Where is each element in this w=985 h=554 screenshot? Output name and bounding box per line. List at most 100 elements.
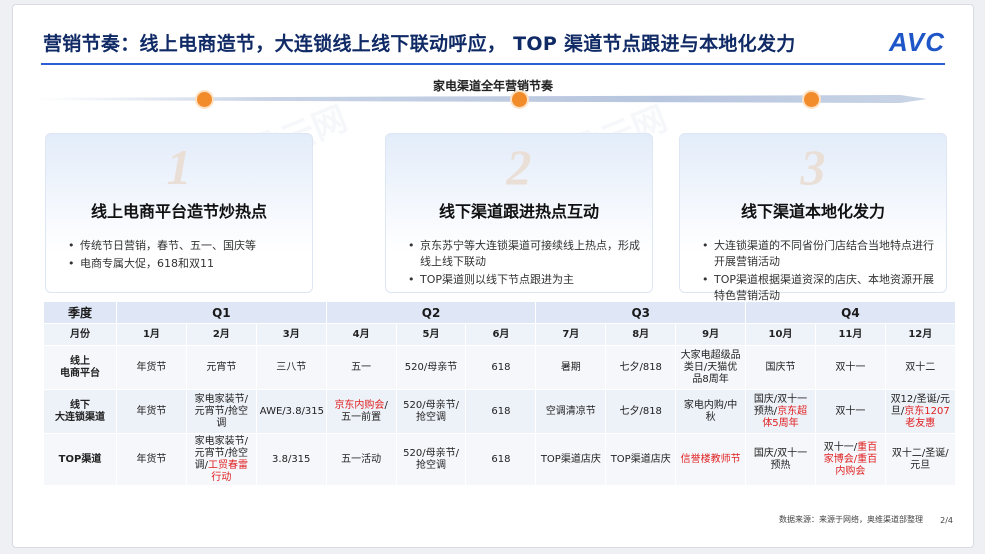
timeline-title: 家电渠道全年营销节奏 (432, 79, 553, 93)
bullet: 传统节日营销，春节、五一、国庆等 (68, 238, 302, 254)
timeline-dot (804, 92, 819, 107)
month-header: 2月 (185, 323, 257, 346)
table-cell: 618 (465, 345, 537, 390)
month-header: 4月 (325, 323, 397, 346)
table-cell: 五一活动 (325, 433, 397, 486)
highlighted-event: 京东1207老友惠 (904, 405, 950, 429)
event-text: AWE/3.8/315 (259, 405, 325, 417)
event-text: TOP渠道店庆 (540, 453, 601, 465)
event-text: 国庆/双十一预热 (753, 447, 808, 471)
table-cell: 元宵节 (185, 345, 257, 390)
table-cell: 520/母亲节/抢空调 (395, 433, 467, 486)
table-cell: 618 (465, 389, 537, 434)
event-text: 双十二 (905, 361, 936, 373)
highlighted-event: 工贸春雷行动 (208, 459, 249, 483)
table-cell: 三八节 (255, 345, 327, 390)
card-number: 2 (506, 139, 532, 195)
table-cell: 双十二/圣诞/元旦 (884, 433, 956, 486)
event-text: 家电内购/中秋 (683, 399, 738, 423)
table-cell: 双十一 (814, 389, 886, 434)
event-text: 家电家装节/元宵节/抢空调 (194, 393, 249, 429)
marketing-schedule-table: 季度 Q1 Q2 Q3 Q4 月份 1月 2月 3月 4月 5月 6月 7月 8月 9月 10月 1… (43, 301, 956, 486)
card-offline-interaction: 2 线下渠道跟进热点互动 京东苏宁等大连锁渠道可接续线上热点，形成线上线下联动 … (385, 133, 653, 293)
month-header: 5月 (395, 323, 467, 346)
month-header: 10月 (745, 323, 816, 346)
quarter-label: 季度 (43, 301, 117, 324)
table-cell: 大家电超级品类日/天猫优品8周年 (675, 345, 747, 390)
event-text: 元宵节 (206, 361, 237, 373)
event-text: 520/母亲节 (404, 361, 458, 373)
table-cell: 七夕/818 (605, 389, 677, 434)
table-cell: TOP渠道店庆 (535, 433, 607, 486)
event-text: 3.8/315 (272, 453, 311, 465)
event-text: 520/母亲节/抢空调 (403, 399, 459, 423)
table-cell: 年货节 (116, 433, 187, 486)
table-cell: 国庆/双十一预热/京东超体5周年 (745, 389, 816, 434)
page-number: 2/4 (940, 516, 953, 525)
event-text: 双十二/圣诞/元旦 (891, 447, 949, 471)
table-cell: 空调清凉节 (535, 389, 607, 434)
bullet: 京东苏宁等大连锁渠道可接续线上热点，形成线上线下联动 (408, 238, 642, 270)
bullet: TOP渠道则以线下节点跟进为主 (408, 272, 642, 288)
event-text: TOP渠道店庆 (610, 453, 671, 465)
event-text: 618 (491, 405, 511, 417)
table-cell: 3.8/315 (255, 433, 327, 486)
table-cell: TOP渠道店庆 (605, 433, 677, 486)
event-text: 七夕/818 (619, 405, 662, 417)
table-row: 线下 大连锁渠道 年货节 家电家装节/元宵节/抢空调 AWE/3.8/315 京东内购会… (43, 389, 956, 434)
table-cell: 五一 (325, 345, 397, 390)
row-label: 线上 电商平台 (43, 345, 117, 390)
schedule-body: 线上 电商平台 年货节 元宵节 三八节 五一 520/母亲节 618 暑期 七夕/818 大家电超… (43, 345, 956, 486)
event-text: 双十一 (835, 405, 866, 417)
month-row: 月份 1月 2月 3月 4月 5月 6月 7月 8月 9月 10月 11月 12月 (43, 323, 956, 346)
event-text: 五一 (351, 361, 372, 373)
month-header: 8月 (605, 323, 677, 346)
highlighted-event: 京东内购会 (334, 399, 385, 411)
month-header: 12月 (884, 323, 956, 346)
event-text: 618 (491, 361, 511, 373)
avc-logo: AVC (889, 27, 945, 57)
card-heading: 线上电商平台造节炒热点 (90, 202, 267, 221)
source-note: 数据来源：来源于网络，奥维渠道部整理 (779, 515, 923, 524)
table-cell: 家电内购/中秋 (675, 389, 747, 434)
row-label: 线下 大连锁渠道 (43, 389, 117, 434)
event-text: 双十一 (835, 361, 866, 373)
table-cell: 双12/圣诞/元旦/京东1207老友惠 (884, 389, 956, 434)
card-number: 1 (166, 139, 192, 195)
highlighted-event: 信誉楼教师节 (680, 453, 741, 465)
month-header: 9月 (675, 323, 747, 346)
event-text: 三八节 (276, 361, 307, 373)
month-header: 11月 (814, 323, 886, 346)
quarter-header: Q2 (325, 301, 537, 324)
quarter-header: Q1 (116, 301, 327, 324)
month-header: 7月 (535, 323, 607, 346)
event-text: 520/母亲节/抢空调 (403, 447, 459, 471)
card-bullets: 大连锁渠道的不同省份门店结合当地特点进行开展营销活动 TOP渠道根据渠道资深的店… (702, 238, 936, 306)
month-header: 6月 (465, 323, 537, 346)
card-number: 3 (800, 139, 826, 195)
slide: 营销节奏：线上电商造节，大连锁线上线下联动呼应， TOP 渠道节点跟进与本地化发… (12, 4, 974, 548)
table-cell: 618 (465, 433, 537, 486)
event-text: 五一活动 (341, 453, 382, 465)
table-cell: 520/母亲节 (395, 345, 467, 390)
event-text: 国庆节 (765, 361, 796, 373)
table-cell: 双十一 (814, 345, 886, 390)
timeline-dot (512, 92, 527, 107)
table-cell: 七夕/818 (605, 345, 677, 390)
table-cell: 520/母亲节/抢空调 (395, 389, 467, 434)
table-cell: 年货节 (116, 389, 187, 434)
month-label: 月份 (43, 323, 117, 346)
card-heading: 线下渠道本地化发力 (740, 202, 885, 221)
quarter-header: Q3 (535, 301, 747, 324)
event-text: 年货节 (136, 453, 167, 465)
card-localization: 3 线下渠道本地化发力 大连锁渠道的不同省份门店结合当地特点进行开展营销活动 T… (679, 133, 947, 302)
event-text: 年货节 (136, 405, 167, 417)
bullet: 大连锁渠道的不同省份门店结合当地特点进行开展营销活动 (702, 238, 936, 270)
card-bullets: 京东苏宁等大连锁渠道可接续线上热点，形成线上线下联动 TOP渠道则以线下节点跟进… (408, 238, 642, 290)
table-row: TOP渠道 年货节 家电家装节/元宵节/抢空调/工贸春雷行动 3.8/315 五一活动 5… (43, 433, 956, 486)
bullet: TOP渠道根据渠道资深的店庆、本地资源开展特色营销活动 (702, 272, 936, 304)
page-title: 营销节奏：线上电商造节，大连锁线上线下联动呼应， TOP 渠道节点跟进与本地化发… (43, 33, 796, 55)
timeline-arrow (37, 95, 927, 103)
card-bullets: 传统节日营销，春节、五一、国庆等 电商专属大促，618和双11 (68, 238, 302, 274)
event-text: 双十一/ (823, 441, 858, 453)
